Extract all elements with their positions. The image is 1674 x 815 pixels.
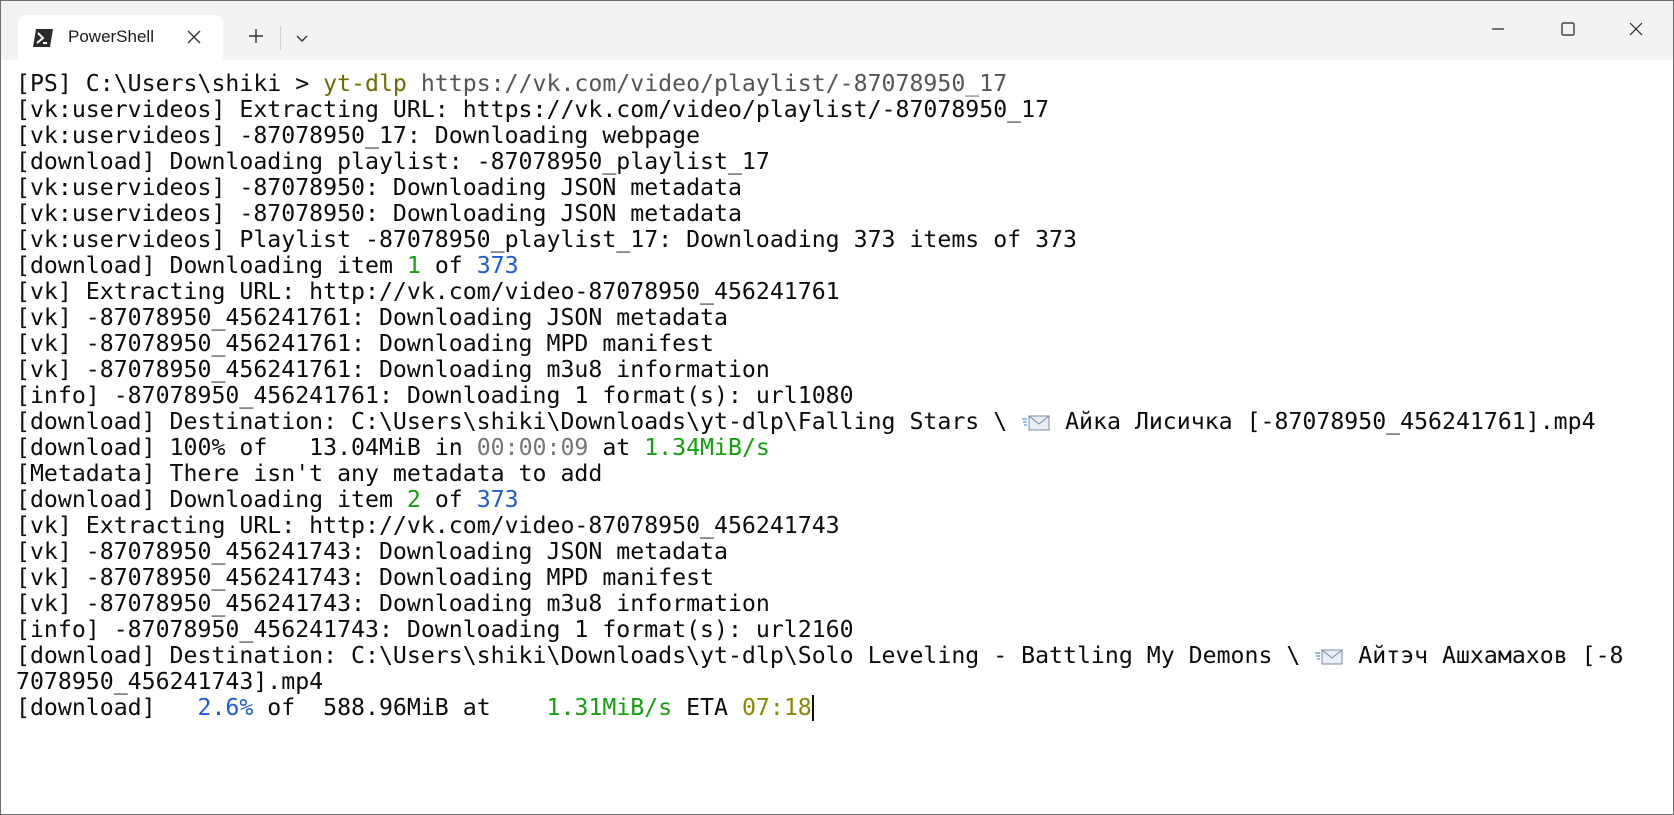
close-button[interactable]: [1603, 1, 1669, 60]
envelope-icon: [1314, 645, 1344, 665]
output-line: [vk:uservideos] -87078950: Downloading J…: [16, 200, 742, 227]
download-speed: 1.34MiB/s: [644, 434, 770, 461]
plus-icon: [248, 28, 264, 48]
tab-close-icon[interactable]: [181, 24, 207, 50]
item-prefix: [download] Downloading item: [16, 252, 407, 279]
prompt-command: yt-dlp: [323, 70, 407, 97]
destination-line-wrap: 7078950_456241743].mp4: [16, 668, 324, 695]
maximize-icon: [1560, 21, 1576, 41]
done-prefix: [download] 100% of 13.04MiB in: [16, 434, 477, 461]
prompt-path: [PS] C:\Users\shiki >: [16, 70, 324, 97]
eta-label: ETA: [672, 694, 742, 721]
destination-path: [download] Destination: C:\Users\shiki\D…: [16, 642, 1315, 669]
output-line: [Metadata] There isn't any metadata to a…: [16, 460, 603, 487]
text-cursor: [811, 695, 814, 721]
prompt-line: [PS] C:\Users\shiki > yt-dlp https://vk.…: [16, 70, 1007, 98]
item-progress-line: [download] Downloading item 2 of 373: [16, 486, 519, 514]
item-index: 2: [406, 486, 421, 513]
destination-path: [download] Destination: C:\Users\shiki\D…: [16, 408, 1022, 435]
item-of: of: [420, 486, 477, 513]
progress-percent: 2.6%: [197, 694, 254, 721]
minimize-icon: [1490, 21, 1506, 41]
eta-value: 07:18: [741, 694, 812, 721]
output-line: [vk] -87078950_456241743: Downloading m3…: [16, 590, 770, 617]
output-line: [vk] -87078950_456241743: Downloading JS…: [16, 538, 728, 565]
output-line: [info] -87078950_456241761: Downloading …: [16, 382, 854, 409]
output-line: [vk] -87078950_456241761: Downloading m3…: [16, 356, 770, 383]
new-tab-button[interactable]: [236, 21, 276, 55]
tab-separator: [280, 26, 281, 50]
maximize-button[interactable]: [1535, 1, 1601, 60]
envelope-icon: [1021, 411, 1051, 431]
destination-line: [download] Destination: C:\Users\shiki\D…: [16, 642, 1624, 670]
output-line: [info] -87078950_456241743: Downloading …: [16, 616, 854, 643]
active-progress-line: [download] 2.6% of 588.96MiB at 1.31MiB/…: [16, 694, 814, 722]
destination-line: [download] Destination: C:\Users\shiki\D…: [16, 408, 1596, 436]
powershell-icon: [32, 28, 54, 48]
progress-size: of 588.96MiB at: [253, 694, 547, 721]
elapsed-time: 00:00:09: [476, 434, 589, 461]
output-line: [vk] -87078950_456241761: Downloading JS…: [16, 304, 728, 331]
tab-dropdown-button[interactable]: [282, 21, 322, 55]
item-progress-line: [download] Downloading item 1 of 373: [16, 252, 519, 280]
title-bar[interactable]: PowerShell: [1, 1, 1673, 60]
output-line: [vk] -87078950_456241761: Downloading MP…: [16, 330, 715, 357]
terminal-output[interactable]: [PS] C:\Users\shiki > yt-dlp https://vk.…: [1, 60, 1673, 814]
output-line: [vk] Extracting URL: http://vk.com/video…: [16, 278, 840, 305]
output-line: [vk:uservideos] Playlist -87078950_playl…: [16, 226, 1077, 253]
item-of: of: [420, 252, 477, 279]
download-complete-line: [download] 100% of 13.04MiB in 00:00:09 …: [16, 434, 770, 462]
item-prefix: [download] Downloading item: [16, 486, 407, 513]
terminal-window: PowerShell [PS] C:\Users\shiki > yt-dlp …: [0, 0, 1674, 815]
output-line: [vk] -87078950_456241743: Downloading MP…: [16, 564, 715, 591]
chevron-down-icon: [295, 29, 309, 48]
progress-speed: 1.31MiB/s: [546, 694, 673, 721]
done-at: at: [588, 434, 645, 461]
close-icon: [1628, 21, 1644, 41]
item-total: 373: [476, 252, 519, 279]
output-line: [vk:uservideos] -87078950_17: Downloadin…: [16, 122, 701, 149]
prompt-argument: https://vk.com/video/playlist/-87078950_…: [406, 70, 1008, 97]
minimize-button[interactable]: [1465, 1, 1531, 60]
destination-filename: Айка Лисичка [-87078950_456241761].mp4: [1051, 408, 1596, 435]
progress-prefix: [download]: [16, 694, 198, 721]
output-line: [download] Downloading playlist: -870789…: [16, 148, 770, 175]
output-line: [vk] Extracting URL: http://vk.com/video…: [16, 512, 840, 539]
item-total: 373: [476, 486, 519, 513]
item-index: 1: [406, 252, 421, 279]
destination-filename: Айтэч Ашхамахов [-8: [1344, 642, 1624, 669]
tab-title: PowerShell: [68, 27, 154, 46]
output-line: [vk:uservideos] Extracting URL: https://…: [16, 96, 1050, 123]
output-line: [vk:uservideos] -87078950: Downloading J…: [16, 174, 742, 201]
tab-powershell[interactable]: PowerShell: [18, 15, 223, 60]
